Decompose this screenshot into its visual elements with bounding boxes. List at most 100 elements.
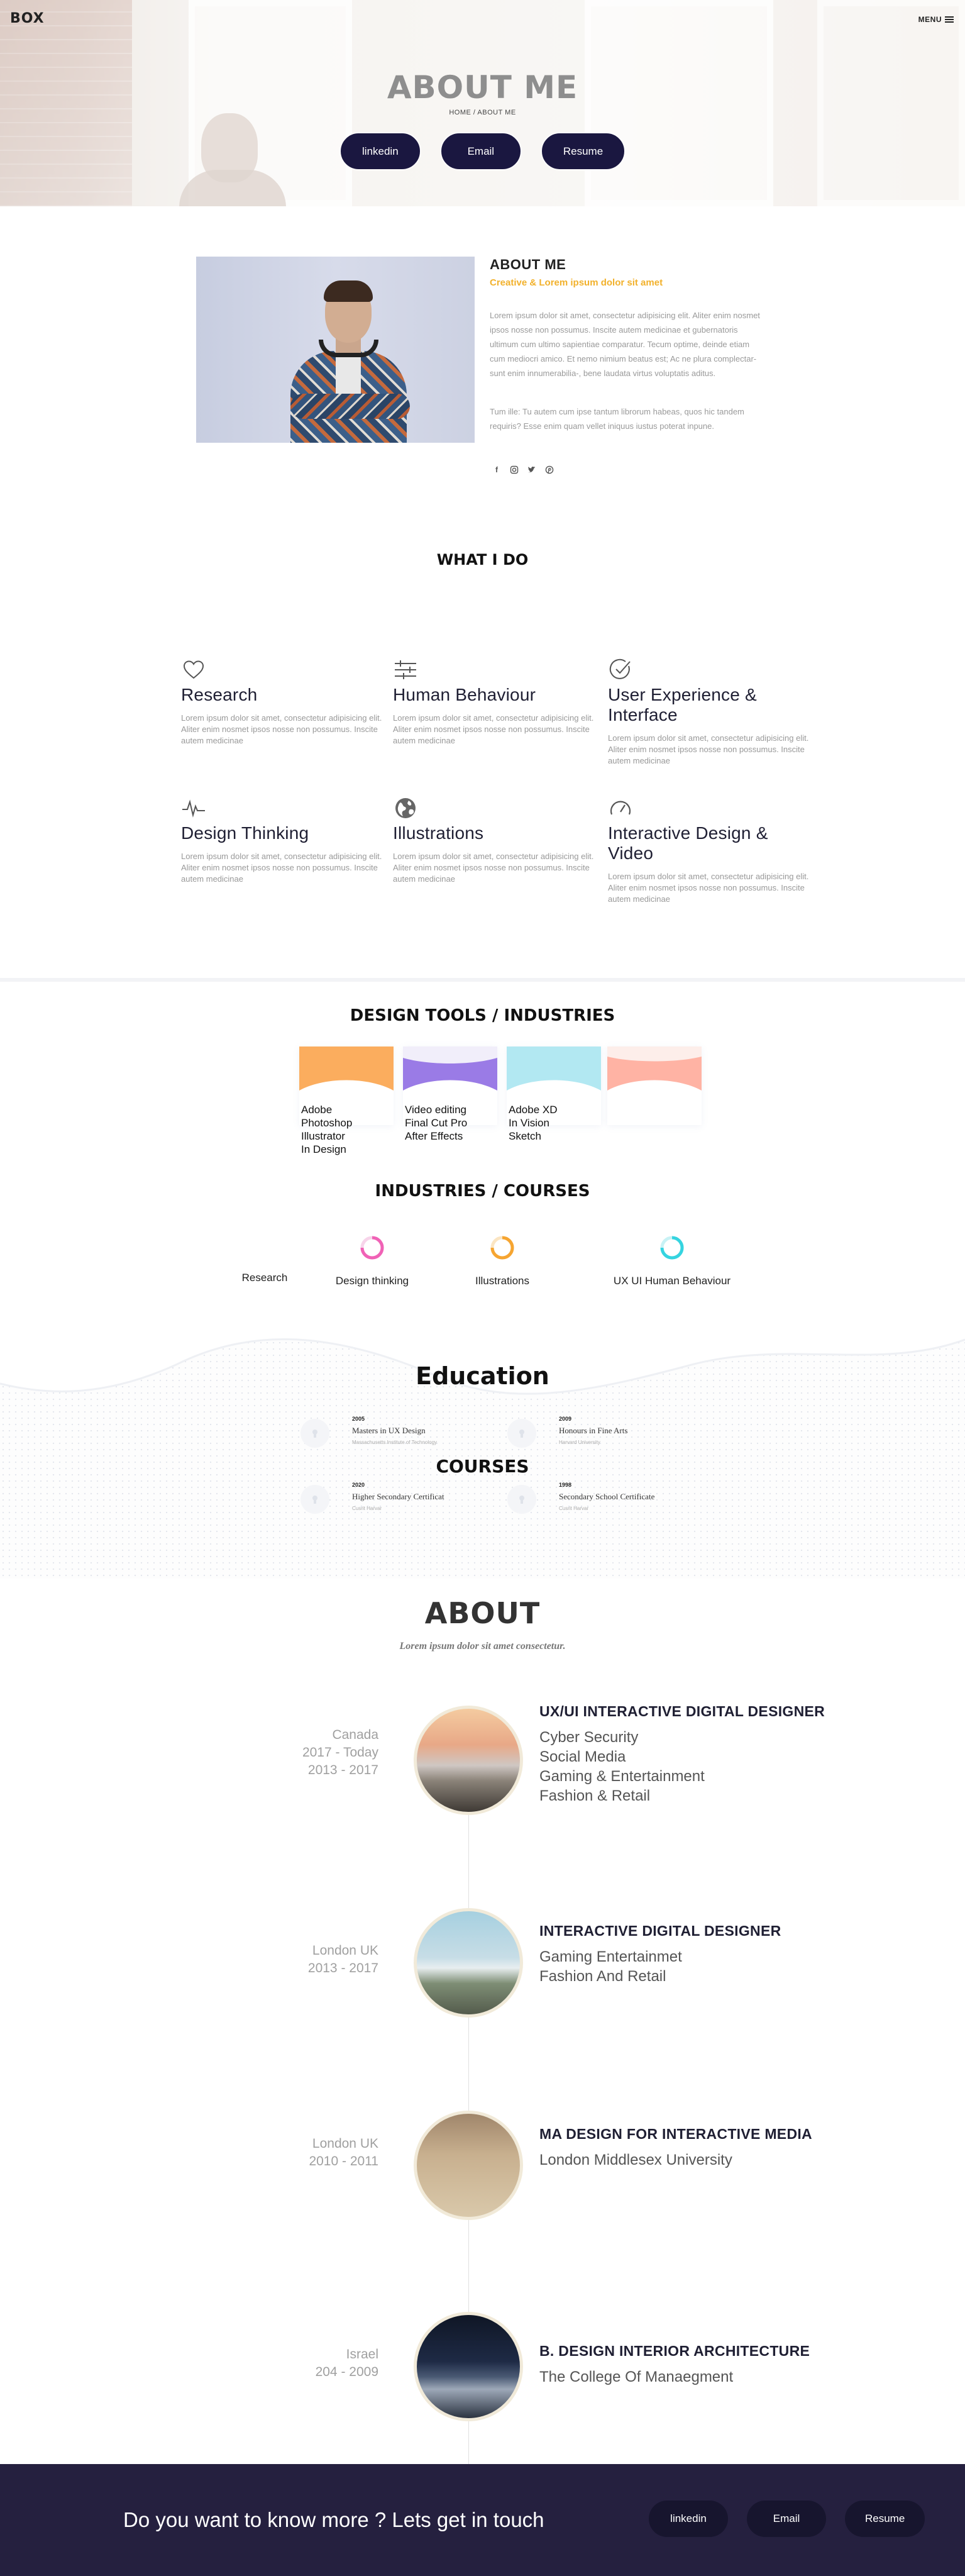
pulse-icon [181, 796, 206, 821]
contact-footer: Do you want to know more ? Lets get in t… [0, 2464, 965, 2576]
timeline-location: Israel [346, 2347, 378, 2362]
service-title: Design Thinking [181, 823, 309, 843]
about-paragraph: Lorem ipsum dolor sit amet, consectetur … [490, 311, 760, 378]
timeline-content: INTERACTIVE DIGITAL DESIGNER Gaming Ente… [539, 1923, 891, 1986]
education-degree: Masters in UX Design [352, 1426, 426, 1435]
course-item: Design thinking [328, 1234, 416, 1287]
timeline-line-text: Social Media [539, 1748, 626, 1765]
timeline-title: MA DESIGN FOR INTERACTIVE MEDIA [539, 2126, 812, 2142]
service-title: Interactive Design & Video [608, 823, 768, 863]
timeline-dates: 2013 - 2017 [307, 1763, 378, 1777]
service-text: Lorem ipsum dolor sit amet, consectetur … [181, 713, 382, 745]
education-year: 1998 [559, 1482, 572, 1488]
service-research: Research Lorem ipsum dolor sit amet, con… [181, 657, 389, 747]
timeline-line-text: Gaming Entertainmet [539, 1948, 682, 1965]
hero-buttons: linkedin Email Resume [0, 133, 965, 169]
menu-button[interactable]: MENU [918, 15, 954, 24]
section-title: WHAT I DO [436, 551, 529, 569]
instagram-icon[interactable] [510, 465, 519, 474]
timeline-meta: Canada 2017 - Today 2013 - 2017 [302, 1726, 378, 1779]
progress-ring [660, 1236, 684, 1260]
service-title: Research [181, 685, 258, 704]
education-degree: Higher Secondary Certificat [352, 1492, 444, 1501]
facebook-icon[interactable]: f [492, 465, 501, 474]
email-button[interactable]: Email [441, 133, 521, 169]
tool-item: Adobe [301, 1104, 333, 1116]
progress-ring [360, 1236, 384, 1260]
timeline-photo [414, 1706, 523, 1815]
timeline-photo [414, 1908, 523, 2018]
globe-icon [393, 796, 418, 821]
tool-list: Adobe Photoshop Illustrator In Design [299, 1103, 354, 1156]
service-title: Human Behaviour [393, 685, 536, 704]
about-subheading: Creative & Lorem ipsum dolor sit amet [490, 277, 663, 288]
hamburger-icon [945, 16, 954, 23]
service-title: Illustrations [393, 823, 484, 843]
card-wave [403, 1046, 497, 1091]
footer-cta-text: Do you want to know more ? Lets get in t… [123, 2508, 544, 2531]
tool-item: Final Cut Pro [405, 1117, 468, 1129]
card-wave [607, 1046, 702, 1091]
timeline-dates: 2010 - 2011 [309, 2154, 378, 2168]
timeline-dates: 204 - 2009 [315, 2365, 378, 2379]
pinterest-icon[interactable] [545, 465, 554, 474]
service-text: Lorem ipsum dolor sit amet, consectetur … [608, 872, 809, 904]
service-title: User Experience & Interface [608, 685, 757, 724]
section-title: Education [416, 1362, 549, 1390]
section-title: DESIGN TOOLS / INDUSTRIES [350, 1006, 615, 1025]
course-label: UX UI Human Behaviour [613, 1275, 731, 1287]
education-school: Massachusetts Institute of Technology [352, 1440, 438, 1445]
graduation-icon [507, 1419, 536, 1448]
progress-ring [490, 1236, 514, 1260]
service-illustrations: Illustrations Lorem ipsum dolor sit amet… [393, 796, 600, 885]
card-wave [299, 1046, 394, 1091]
twitter-icon[interactable] [527, 465, 536, 474]
timeline-dates: 2013 - 2017 [307, 1961, 378, 1975]
profile-photo [196, 257, 475, 443]
graduation-icon [301, 1419, 329, 1448]
page-title: ABOUT ME [387, 69, 578, 106]
timeline-content: B. DESIGN INTERIOR ARCHITECTURE The Coll… [539, 2343, 891, 2387]
site-logo[interactable]: BOX [10, 11, 45, 26]
check-circle-icon [608, 657, 633, 682]
progress-ring [251, 1234, 278, 1262]
education-background [0, 1314, 965, 1579]
tool-card: Adobe XD In Vision Sketch [507, 1046, 601, 1142]
service-text: Lorem ipsum dolor sit amet, consectetur … [608, 733, 809, 765]
email-button[interactable]: Email [747, 2501, 826, 2537]
timeline-meta: London UK 2010 - 2011 [309, 2135, 378, 2170]
tool-item: Adobe XD [509, 1104, 558, 1116]
education-school: Cusrit Harvar [559, 1506, 589, 1511]
gauge-icon [608, 796, 633, 821]
breadcrumb: HOME / ABOUT ME [449, 109, 516, 116]
footer-buttons: linkedin Email Resume [649, 2501, 925, 2537]
education-entry: 2020 Higher Secondary Certificat Cusrit … [301, 1482, 444, 1514]
service-ux-ui: User Experience & Interface Lorem ipsum … [608, 657, 815, 767]
tool-item: After Effects [405, 1130, 463, 1142]
timeline-location: Canada [332, 1728, 378, 1742]
education-entry: 2009 Honours in Fine Arts Harvard Univer… [507, 1416, 627, 1448]
timeline-dates: 2017 - Today [302, 1745, 378, 1760]
tool-item: Video editing [405, 1104, 466, 1116]
menu-label: MENU [918, 15, 942, 24]
linkedin-button[interactable]: linkedin [649, 2501, 728, 2537]
education-degree: Honours in Fine Arts [559, 1426, 628, 1435]
linkedin-button[interactable]: linkedin [340, 133, 420, 169]
timeline-title: UX/UI INTERACTIVE DIGITAL DESIGNER [539, 1703, 825, 1719]
course-item: Illustrations [464, 1234, 541, 1287]
tool-item: In Design [301, 1143, 346, 1155]
course-label: Research [241, 1272, 288, 1284]
education-degree: Secondary School Certificate [559, 1492, 655, 1501]
education-year: 2020 [352, 1482, 365, 1488]
timeline-content: UX/UI INTERACTIVE DIGITAL DESIGNER Cyber… [539, 1703, 891, 1806]
timeline-line-text: Fashion & Retail [539, 1787, 651, 1804]
hero-banner: BOX MENU ABOUT ME HOME / ABOUT ME linked… [0, 0, 965, 206]
tool-list: Adobe XD In Vision Sketch [507, 1103, 560, 1143]
course-label: Design thinking [335, 1275, 409, 1287]
resume-button[interactable]: Resume [845, 2501, 925, 2537]
service-human-behaviour: Human Behaviour Lorem ipsum dolor sit am… [393, 657, 600, 747]
resume-button[interactable]: Resume [541, 133, 625, 169]
section-subtitle: Lorem ipsum dolor sit amet consectetur. [399, 1641, 566, 1652]
timeline-title: B. DESIGN INTERIOR ARCHITECTURE [539, 2343, 810, 2359]
sliders-icon [393, 657, 418, 682]
